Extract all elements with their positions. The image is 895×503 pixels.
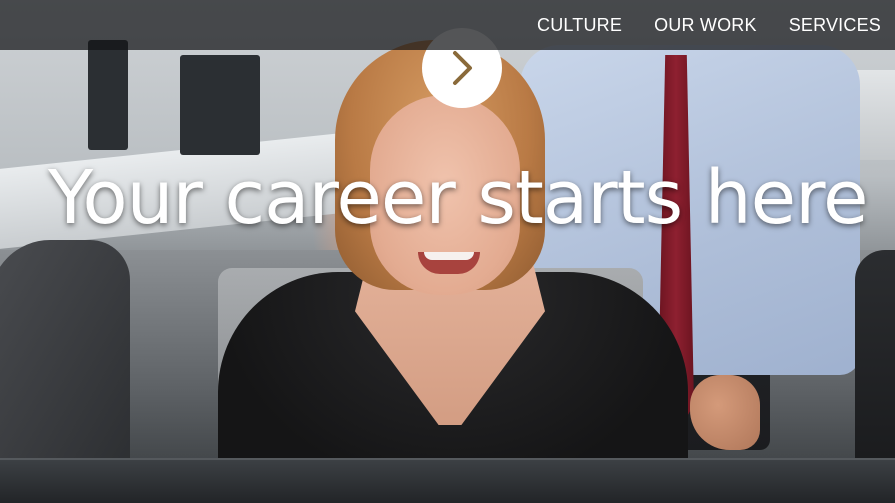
background-person bbox=[855, 250, 895, 470]
background-monitor bbox=[88, 40, 128, 150]
main-nav: CULTURE OUR WORK SERVICES bbox=[521, 0, 895, 50]
hero-section: Your career starts here bbox=[0, 0, 895, 503]
hero-headline: Your career starts here bbox=[48, 155, 869, 241]
background-monitor bbox=[180, 55, 260, 155]
nav-item-our-work[interactable]: OUR WORK bbox=[638, 0, 773, 50]
foreground-monitor bbox=[0, 458, 895, 503]
nav-item-services[interactable]: SERVICES bbox=[773, 0, 895, 50]
background-person bbox=[0, 240, 130, 480]
top-navigation-bar: CULTURE OUR WORK SERVICES bbox=[0, 0, 895, 50]
nav-item-culture[interactable]: CULTURE bbox=[521, 0, 638, 50]
chevron-right-icon bbox=[453, 51, 472, 85]
